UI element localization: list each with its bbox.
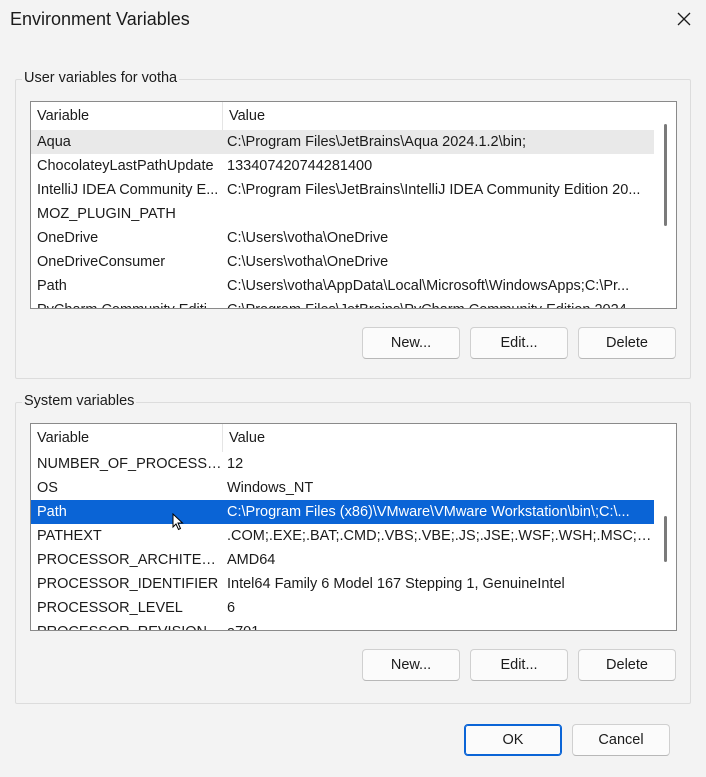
variable-name-cell: PROCESSOR_LEVEL	[37, 600, 183, 616]
system-new-button[interactable]: New...	[362, 649, 460, 681]
system-edit-button[interactable]: Edit...	[470, 649, 568, 681]
variable-name-cell: NUMBER_OF_PROCESSORS	[37, 456, 223, 472]
variable-value-cell: C:\Users\votha\AppData\Local\Microsoft\W…	[227, 278, 630, 294]
variable-value-cell: 133407420744281400	[227, 158, 373, 174]
close-button[interactable]	[662, 0, 706, 38]
ok-button[interactable]: OK	[464, 724, 562, 756]
variable-name-cell: PROCESSOR_IDENTIFIER	[37, 576, 219, 592]
variable-value-cell: C:\Users\votha\OneDrive	[227, 230, 389, 246]
table-row[interactable]: PROCESSOR_LEVEL 6	[31, 596, 654, 620]
system-variables-label: System variables	[22, 393, 137, 409]
user-variables-list[interactable]: Variable Value Aqua C:\Program Files\JetB…	[30, 101, 677, 309]
variable-value-cell: a701	[223, 620, 654, 630]
value-column-header[interactable]: Value	[223, 424, 654, 452]
variable-name-cell: IntelliJ IDEA Community E...	[37, 182, 219, 198]
table-row[interactable]: IntelliJ IDEA Community E... C:\Program F…	[31, 178, 654, 202]
user-list-scrollbar[interactable]	[654, 102, 676, 308]
user-list-header: Variable Value	[31, 102, 654, 130]
variable-name-cell: PROCESSOR_ARCHITECTU...	[37, 552, 223, 568]
table-row[interactable]: OneDrive C:\Users\votha\OneDrive	[31, 226, 654, 250]
variable-column-header[interactable]: Variable	[31, 102, 223, 130]
variable-value-cell: C:\Program Files\JetBrains\IntelliJ IDEA…	[227, 182, 641, 198]
table-row[interactable]: OS Windows_NT	[31, 476, 654, 500]
variable-name-cell: Path	[37, 278, 67, 294]
table-row[interactable]: Path C:\Users\votha\AppData\Local\Microso…	[31, 274, 654, 298]
user-delete-button[interactable]: Delete	[578, 327, 676, 359]
table-row[interactable]: ChocolateyLastPathUpdate 1334074207442814…	[31, 154, 654, 178]
variable-name-cell: OneDrive	[37, 230, 99, 246]
table-row[interactable]: PROCESSOR_ARCHITECTU... AMD64	[31, 548, 654, 572]
variable-name-cell: PyCharm Community Editi...	[31, 298, 223, 308]
variable-value-cell	[223, 202, 654, 226]
user-list-body: Aqua C:\Program Files\JetBrains\Aqua 2024…	[31, 130, 654, 308]
variable-name-cell: Path	[37, 504, 67, 520]
variable-name-cell: OneDriveConsumer	[37, 254, 166, 270]
system-list-scrollbar[interactable]	[654, 424, 676, 630]
table-row[interactable]: PATHEXT .COM;.EXE;.BAT;.CMD;.VBS;.VBE;.JS…	[31, 524, 654, 548]
table-row[interactable]: PROCESSOR_IDENTIFIER Intel64 Family 6 Mod…	[31, 572, 654, 596]
variable-value-cell: AMD64	[227, 552, 276, 568]
variable-value-cell: Intel64 Family 6 Model 167 Stepping 1, G…	[227, 576, 565, 592]
user-edit-button[interactable]: Edit...	[470, 327, 568, 359]
scrollbar-thumb[interactable]	[664, 516, 667, 562]
variable-value-cell: C:\Program Files\JetBrains\Aqua 2024.1.2…	[227, 134, 527, 150]
scrollbar-thumb[interactable]	[664, 124, 667, 226]
variable-name-cell: OS	[37, 480, 58, 496]
value-column-header[interactable]: Value	[223, 102, 654, 130]
system-list-header: Variable Value	[31, 424, 654, 452]
system-list-body: NUMBER_OF_PROCESSORS 12 OS Windows_NT Path C:…	[31, 452, 654, 630]
variable-value-cell: 6	[227, 600, 236, 616]
user-new-button[interactable]: New...	[362, 327, 460, 359]
variable-name-cell: PROCESSOR_REVISION	[31, 620, 223, 630]
variable-value-cell: C:\Users\votha\OneDrive	[227, 254, 389, 270]
variable-column-header[interactable]: Variable	[31, 424, 223, 452]
variable-name-cell: Aqua	[37, 134, 71, 150]
table-row[interactable]: OneDriveConsumer C:\Users\votha\OneDrive	[31, 250, 654, 274]
variable-value-cell: C:\Program Files\JetBrains\PyCharm Commu…	[223, 298, 654, 308]
variable-name-cell: MOZ_PLUGIN_PATH	[37, 206, 176, 222]
window-title: Environment Variables	[10, 9, 190, 29]
variable-value-cell: 12	[227, 456, 244, 472]
system-variables-list[interactable]: Variable Value NUMBER_OF_PROCESSORS 12 OS W…	[30, 423, 677, 631]
close-icon	[677, 12, 691, 26]
variable-value-cell: .COM;.EXE;.BAT;.CMD;.VBS;.VBE;.JS;.JSE;.…	[227, 528, 654, 544]
variable-value-cell: Windows_NT	[227, 480, 314, 496]
table-row[interactable]: Aqua C:\Program Files\JetBrains\Aqua 2024…	[31, 130, 654, 154]
user-variables-label: User variables for votha	[22, 70, 180, 86]
table-row[interactable]: Path C:\Program Files (x86)\VMware\VMware…	[31, 500, 654, 524]
cancel-button[interactable]: Cancel	[572, 724, 670, 756]
variable-name-cell: PATHEXT	[37, 528, 102, 544]
table-row[interactable]: PROCESSOR_REVISIONa701	[31, 620, 654, 630]
mouse-cursor-icon	[172, 513, 184, 531]
title-bar: Environment Variables	[0, 0, 706, 40]
table-row[interactable]: NUMBER_OF_PROCESSORS 12	[31, 452, 654, 476]
variable-name-cell: ChocolateyLastPathUpdate	[37, 158, 214, 174]
system-delete-button[interactable]: Delete	[578, 649, 676, 681]
table-row[interactable]: PyCharm Community Editi...C:\Program Fil…	[31, 298, 654, 308]
variable-value-cell: C:\Program Files (x86)\VMware\VMware Wor…	[227, 504, 630, 520]
table-row[interactable]: MOZ_PLUGIN_PATH	[31, 202, 654, 226]
